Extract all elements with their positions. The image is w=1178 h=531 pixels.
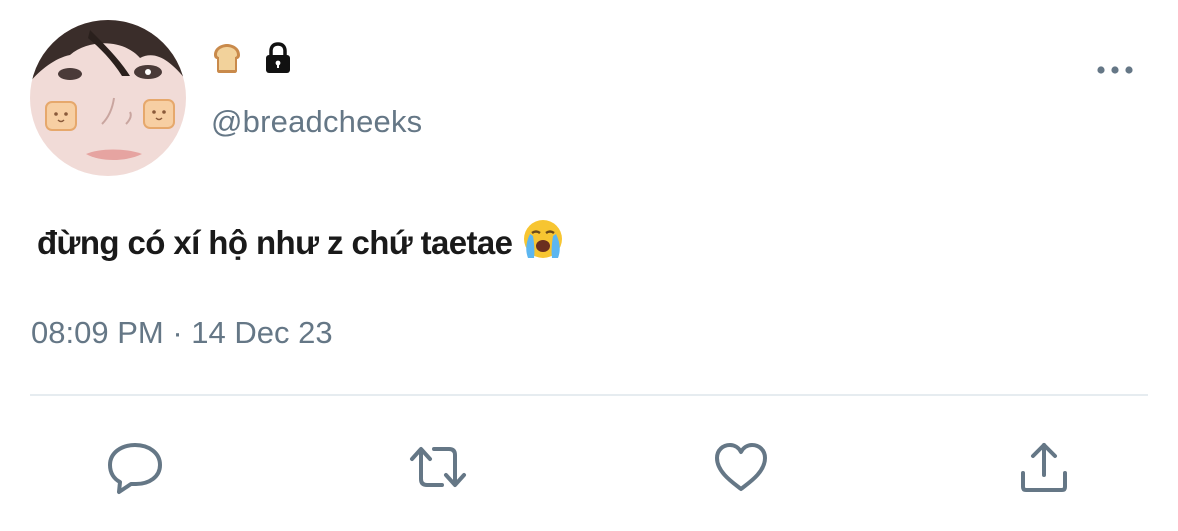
lock-icon — [262, 41, 294, 80]
timestamp-separator: · — [163, 315, 192, 350]
retweet-icon — [406, 439, 470, 500]
crying-face-icon — [522, 218, 564, 268]
bread-sticker-left — [45, 101, 77, 131]
reply-icon — [105, 439, 165, 500]
author-handle[interactable]: @breadcheeks — [211, 104, 422, 140]
share-button[interactable] — [1012, 437, 1076, 501]
like-icon — [711, 439, 771, 500]
tweet-text-content: đừng có xí hộ như z chứ taetae — [37, 224, 513, 261]
like-button[interactable] — [709, 437, 773, 501]
more-options-icon[interactable] — [1090, 56, 1140, 84]
retweet-button[interactable] — [406, 437, 470, 501]
display-name[interactable] — [210, 41, 294, 80]
tweet-timestamp[interactable]: 08:09 PM · 14 Dec 23 — [31, 315, 333, 351]
reply-button[interactable] — [103, 437, 167, 501]
tweet-date: 14 Dec 23 — [191, 315, 333, 350]
bread-sticker-right — [143, 99, 175, 129]
avatar[interactable] — [30, 20, 186, 176]
divider — [30, 394, 1148, 396]
bread-icon — [210, 41, 244, 80]
tweet-text: đừng có xí hộ như z chứ taetae — [37, 218, 564, 268]
tweet-time: 08:09 PM — [31, 315, 164, 350]
share-icon — [1014, 439, 1074, 500]
